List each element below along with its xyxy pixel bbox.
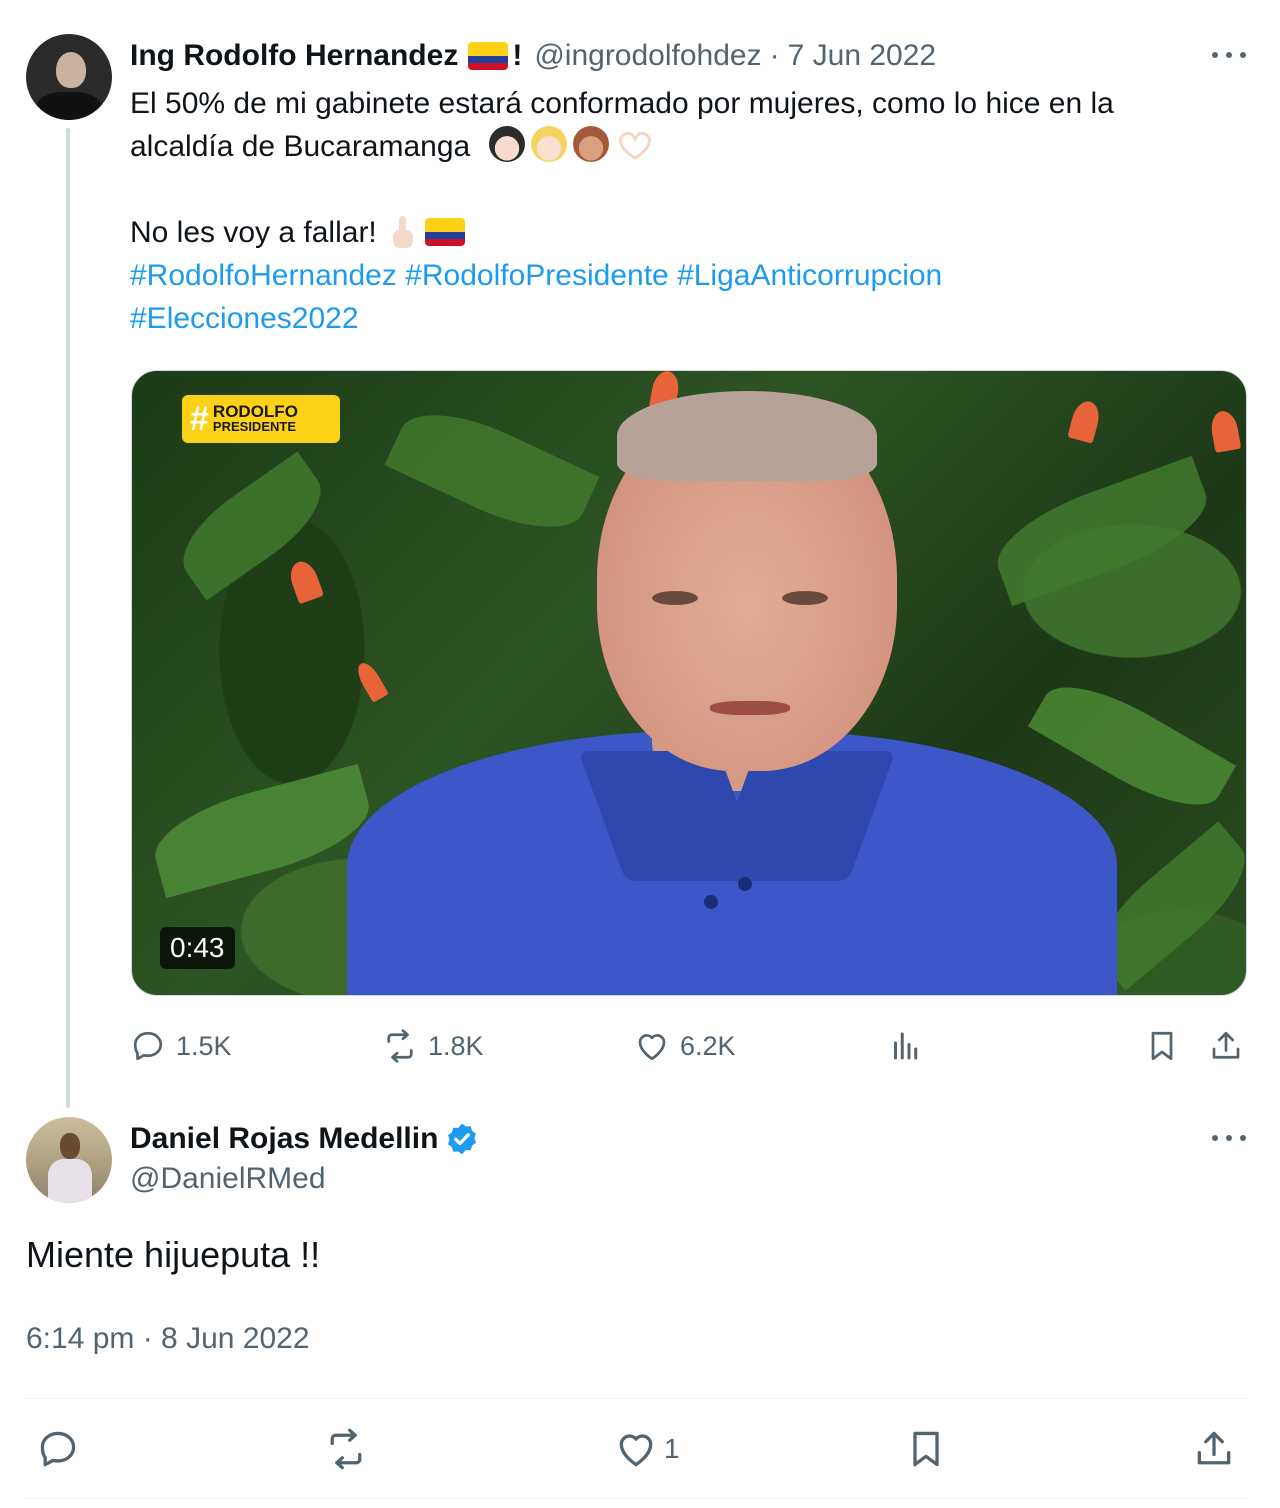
like-icon — [619, 1434, 653, 1467]
badge-line2: PRESIDENTE — [212, 419, 296, 434]
parent-tweet-header: Ing Rodolfo Hernandez ! @ingrodolfohdez … — [130, 36, 936, 76]
share-icon — [1212, 1031, 1240, 1059]
hashtag-line: #Elecciones2022 — [130, 297, 1240, 340]
hashtag-link[interactable]: #RodolfoPresidente — [405, 259, 669, 292]
reply-author-header: Daniel Rojas Medellin — [130, 1118, 480, 1160]
share-button[interactable] — [1192, 1424, 1236, 1474]
reply-tweet-text: Miente hijueputa !! — [26, 1234, 321, 1275]
author-name[interactable]: Daniel Rojas Medellin — [130, 1122, 438, 1156]
bookmark-icon — [913, 1431, 939, 1467]
author-handle[interactable]: @DanielRMed — [130, 1162, 326, 1196]
bookmark-button[interactable] — [904, 1424, 948, 1474]
reply-count: 1.5K — [176, 1030, 232, 1061]
share-icon — [1197, 1431, 1231, 1465]
video-media[interactable]: # RODOLFO PRESIDENTE 0:43 — [131, 370, 1247, 996]
like-count: 1 — [664, 1433, 680, 1464]
campaign-badge: # RODOLFO PRESIDENTE — [182, 395, 340, 443]
hashtag-line: #RodolfoHernandez #RodolfoPresidente #Li… — [130, 254, 1240, 297]
bookmark-icon — [1151, 1031, 1173, 1061]
reply-icon — [40, 1431, 76, 1467]
author-name[interactable]: Ing Rodolfo Hernandez — [130, 39, 458, 73]
tweet-text-line-with-emoji: alcaldía de Bucaramanga — [130, 125, 1240, 168]
repost-icon — [387, 1029, 413, 1063]
views-button[interactable] — [888, 1026, 924, 1066]
more-icon[interactable] — [1212, 1135, 1246, 1145]
badge-line1: RODOLFO — [212, 402, 298, 421]
tweet-text-line-with-emoji: No les voy a fallar! — [130, 211, 1240, 254]
like-button[interactable]: 1 — [614, 1424, 680, 1474]
divider — [26, 1498, 1248, 1499]
tweet-text-line: El 50% de mi gabinete estará conformado … — [130, 87, 1114, 120]
avatar[interactable] — [26, 1117, 112, 1203]
reply-tweet-actions: 1 — [0, 1424, 1280, 1474]
woman-emoji-icon — [488, 126, 525, 162]
like-button[interactable]: 6.2K — [634, 1026, 736, 1066]
heart-hands-icon — [618, 131, 651, 160]
verified-badge-icon[interactable] — [444, 1121, 480, 1157]
colombia-flag-icon — [468, 42, 509, 70]
avatar[interactable] — [26, 34, 112, 120]
hashtag-link[interactable]: #Elecciones2022 — [130, 302, 359, 335]
reply-button[interactable] — [36, 1424, 80, 1474]
more-icon[interactable] — [1212, 52, 1246, 62]
repost-button[interactable]: 1.8K — [382, 1026, 484, 1066]
repost-icon — [330, 1428, 362, 1470]
red-hair-woman-emoji-icon — [572, 126, 609, 162]
tweet-date[interactable]: 7 Jun 2022 — [788, 39, 936, 73]
parent-tweet-text: El 50% de mi gabinete estará conformado … — [130, 82, 1240, 340]
meta-separator: · — [769, 39, 780, 72]
like-count: 6.2K — [680, 1030, 736, 1061]
hashtag-link[interactable]: #RodolfoHernandez — [130, 259, 397, 292]
like-icon — [638, 1034, 666, 1061]
reply-button[interactable]: 1.5K — [130, 1026, 232, 1066]
thread-connector-line — [66, 128, 70, 1108]
video-thumbnail-person — [132, 371, 1246, 995]
divider — [26, 1398, 1248, 1399]
author-name-suffix: ! — [512, 39, 523, 72]
tweet-timestamp[interactable]: 6:14 pm · 8 Jun 2022 — [26, 1322, 310, 1356]
share-button[interactable] — [1208, 1026, 1244, 1066]
reply-icon — [133, 1031, 163, 1061]
repost-button[interactable] — [324, 1424, 368, 1474]
colombia-flag-icon — [424, 218, 465, 246]
views-icon — [894, 1032, 918, 1060]
badge-hash: # — [190, 400, 209, 438]
repost-count: 1.8K — [428, 1030, 484, 1061]
index-pointing-up-icon — [392, 216, 413, 248]
author-handle[interactable]: @ingrodolfohdez — [534, 39, 761, 73]
parent-tweet-actions: 1.5K 1.8K 6.2K — [0, 1026, 1280, 1066]
bookmark-button[interactable] — [1144, 1026, 1180, 1066]
hashtag-link[interactable]: #LigaAnticorrupcion — [677, 259, 942, 292]
blonde-woman-emoji-icon — [530, 126, 567, 162]
video-duration: 0:43 — [160, 927, 235, 969]
